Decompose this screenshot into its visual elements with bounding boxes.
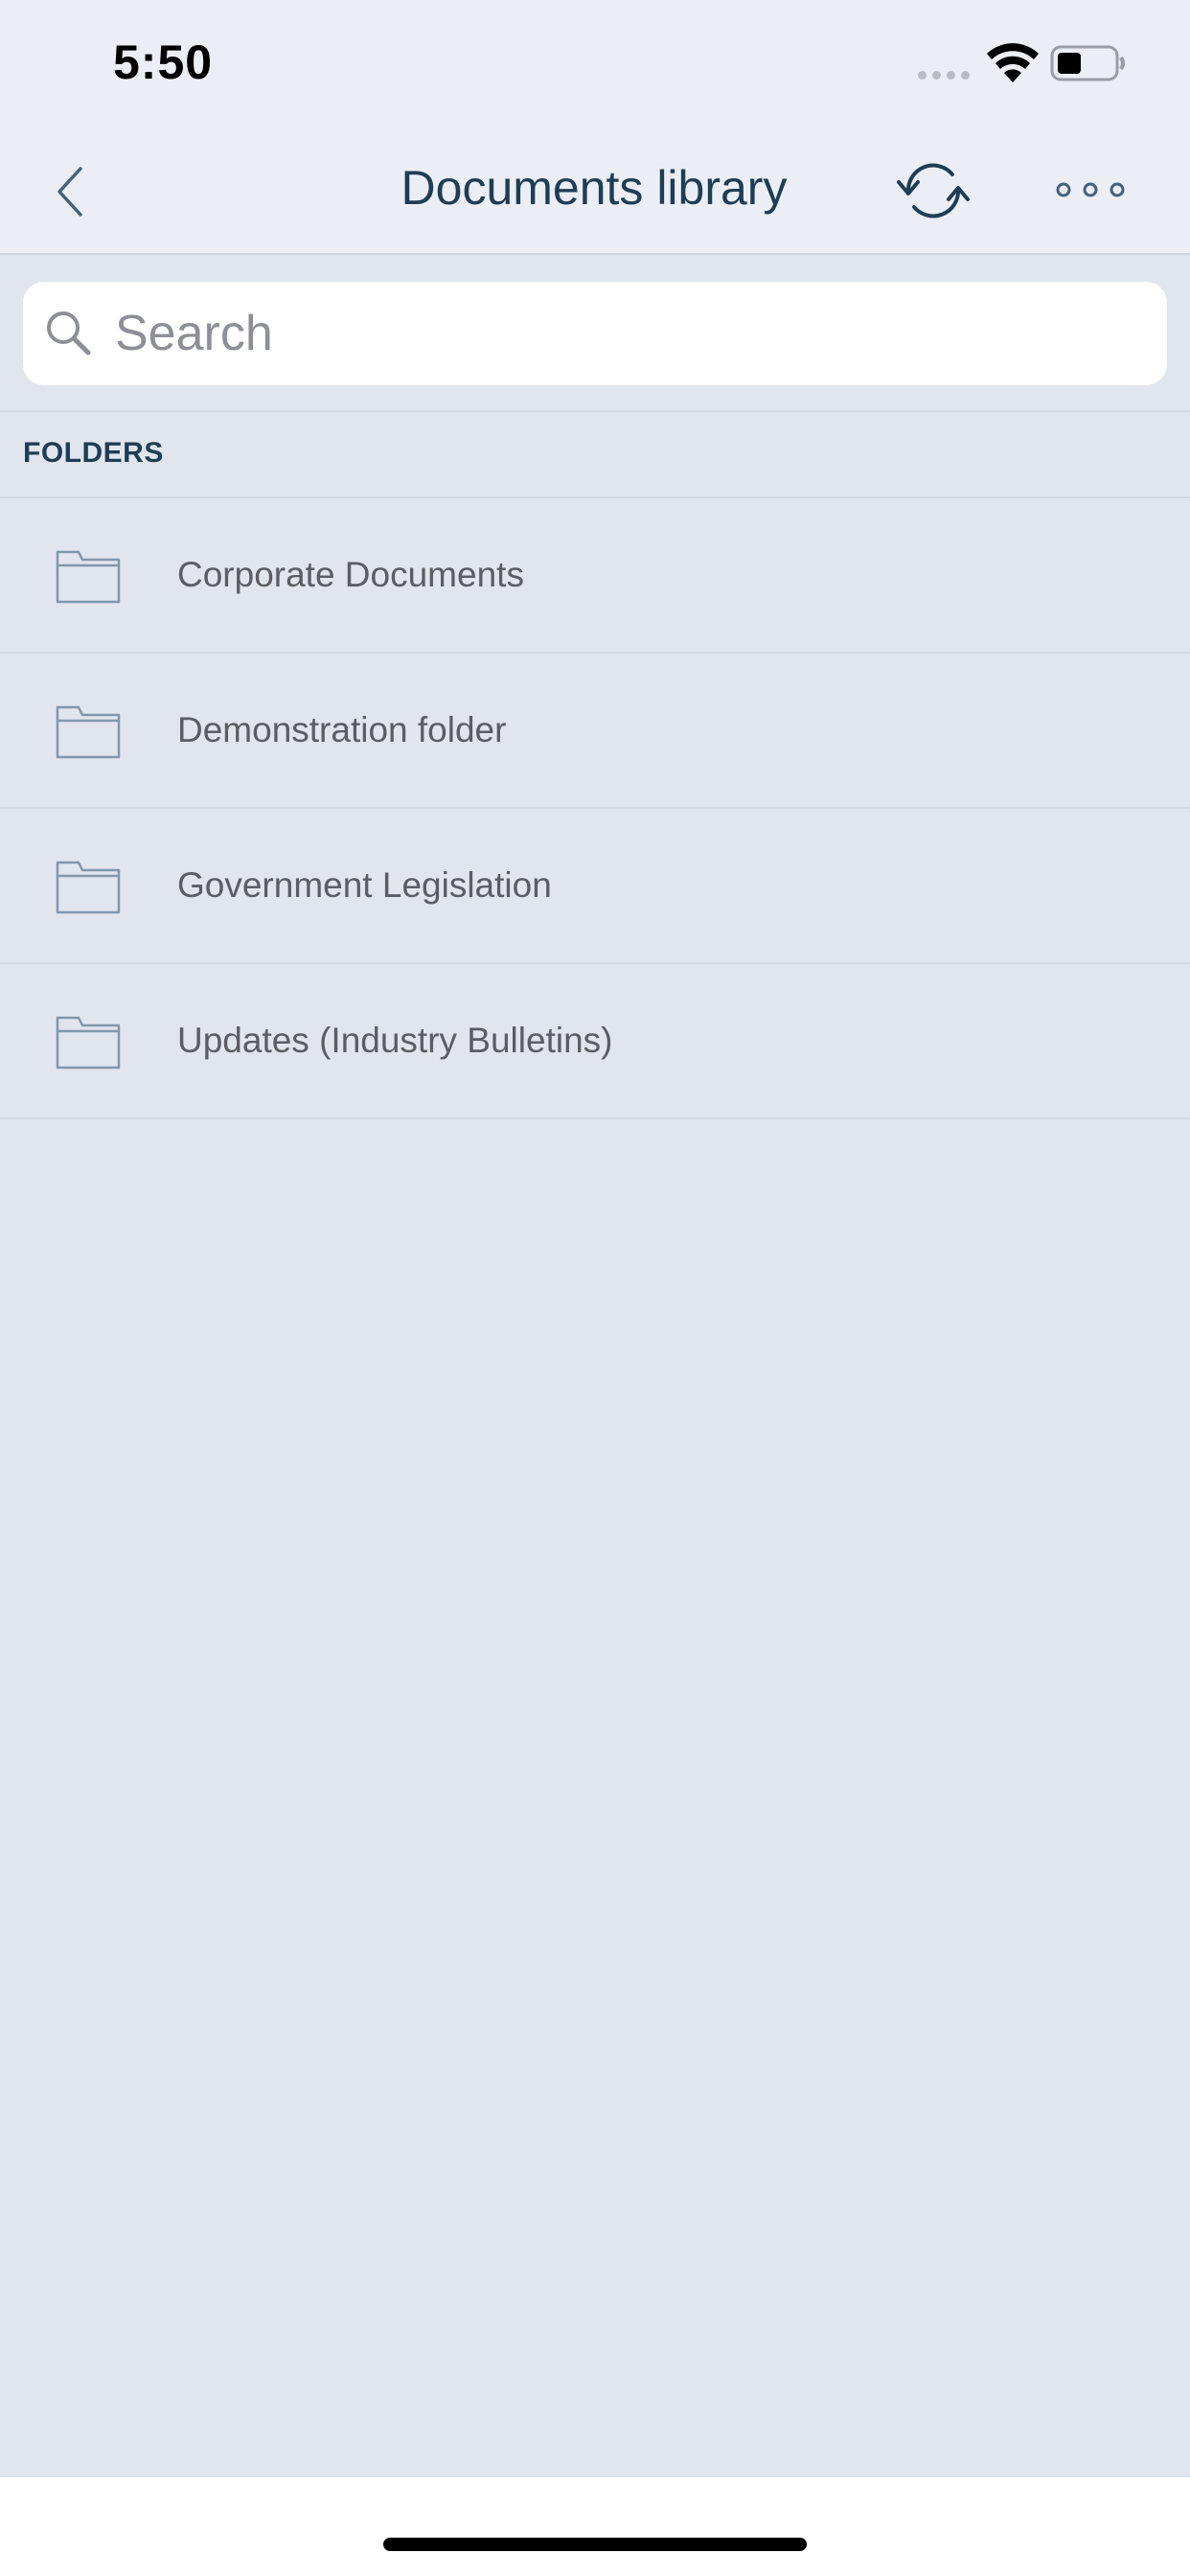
folder-label: Updates (Industry Bulletins) xyxy=(177,1021,613,1060)
folder-icon xyxy=(56,550,121,604)
folder-label: Corporate Documents xyxy=(177,555,524,594)
wifi-icon xyxy=(987,43,1039,82)
section-header-folders: FOLDERS xyxy=(23,437,164,469)
battery-icon xyxy=(1050,45,1125,81)
more-horizontal-icon[interactable] xyxy=(1054,171,1127,209)
folder-item-demonstration-folder[interactable]: Demonstration folder xyxy=(0,654,1190,809)
page-title: Documents library xyxy=(400,161,788,215)
search-input[interactable] xyxy=(105,295,1169,372)
folder-label: Demonstration folder xyxy=(177,710,507,749)
search-bar xyxy=(23,282,1169,385)
bottom-safe-area xyxy=(0,2477,1190,2576)
home-indicator[interactable] xyxy=(383,2538,807,2551)
divider xyxy=(0,410,1190,412)
search-icon xyxy=(47,311,91,356)
folder-icon xyxy=(56,1016,121,1070)
folder-item-government-legislation[interactable]: Government Legislation xyxy=(0,809,1190,964)
back-button[interactable] xyxy=(44,161,94,222)
folder-icon xyxy=(56,861,121,914)
cellular-signal-icon xyxy=(918,71,970,80)
chevron-left-icon xyxy=(57,167,82,217)
status-bar: 5:50 xyxy=(0,0,1190,126)
sync-icon[interactable] xyxy=(895,155,972,226)
navigation-bar: Documents library xyxy=(0,126,1190,255)
folder-item-corporate-documents[interactable]: Corporate Documents xyxy=(0,498,1190,654)
status-time: 5:50 xyxy=(113,35,214,89)
folder-icon xyxy=(56,705,121,759)
folder-list: Corporate Documents Demonstration folder… xyxy=(0,498,1190,1119)
folder-label: Government Legislation xyxy=(177,865,552,905)
folder-item-updates-industry-bulletins[interactable]: Updates (Industry Bulletins) xyxy=(0,964,1190,1119)
